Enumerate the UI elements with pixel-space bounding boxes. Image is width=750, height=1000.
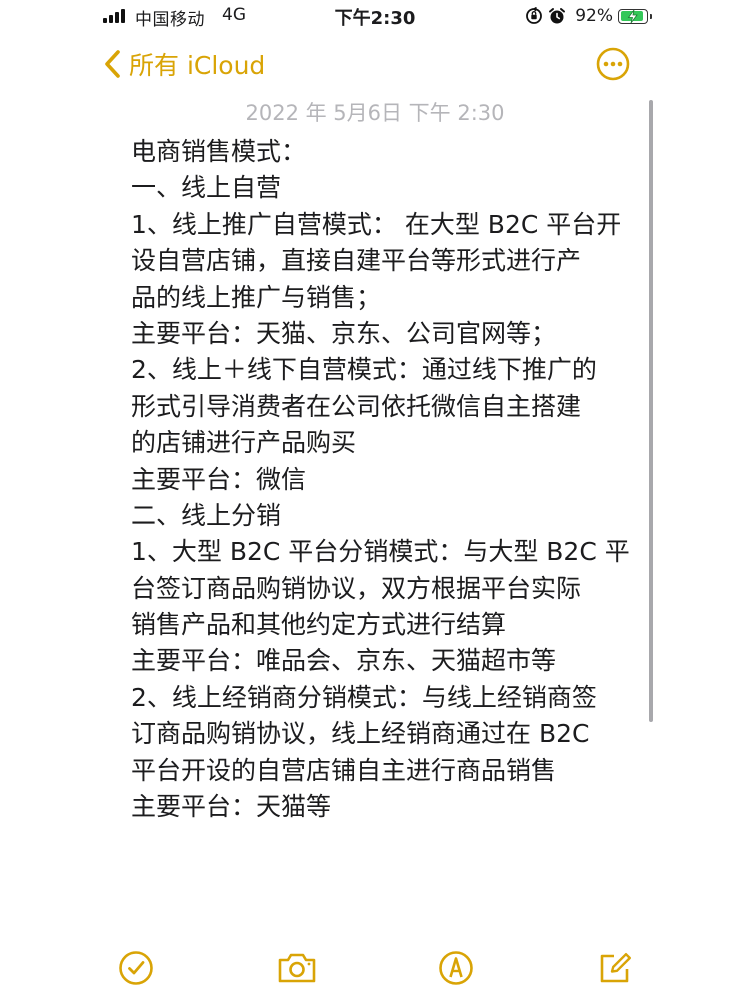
battery-charging-icon: [618, 8, 652, 24]
markup-pen-icon: [439, 951, 473, 985]
note-line: 主要平台：天猫、京东、公司官网等；: [131, 318, 557, 348]
camera-button[interactable]: [277, 950, 317, 986]
battery-percent: 92%: [575, 6, 613, 26]
more-options-button[interactable]: [596, 47, 630, 81]
note-line: 设自营店铺，直接自建平台等形式进行产: [131, 246, 582, 276]
note-line: 2、线上＋线下自营模式：通过线下推广的: [131, 355, 597, 385]
markup-button[interactable]: [438, 950, 474, 986]
checklist-button[interactable]: [118, 950, 154, 986]
note-line: 一、线上自营: [131, 173, 282, 203]
note-line: 形式引导消费者在公司依托微信自主搭建: [131, 391, 582, 421]
orientation-lock-icon: [526, 7, 543, 24]
chevron-left-icon: [105, 50, 120, 78]
note-line: 品的线上推广与销售；: [131, 282, 382, 312]
note-line: 销售产品和其他约定方式进行结算: [131, 610, 507, 640]
note-date: 2022 年 5月6日 下午 2:30: [245, 101, 505, 125]
note-line: 1、大型 B2C 平台分销模式：与大型 B2C 平: [131, 537, 630, 567]
compose-icon: [600, 953, 631, 983]
back-to-icloud-button[interactable]: 所有 iCloud: [104, 48, 265, 80]
ellipsis-circle-icon: [596, 47, 630, 81]
note-line: 2、线上经销商分销模式：与线上经销商签: [131, 682, 597, 712]
note-line: 主要平台：唯品会、京东、天猫超市等: [131, 646, 557, 676]
note-line: 主要平台：微信: [131, 464, 307, 494]
alarm-icon: [549, 8, 566, 24]
note-line: 电商销售模式：: [131, 137, 307, 166]
scrollbar[interactable]: [649, 100, 653, 722]
note-line: 1、线上推广自营模式： 在大型 B2C 平台开: [131, 209, 622, 239]
note-line: 台签订商品购销协议，双方根据平台实际: [131, 573, 582, 603]
status-bar: 中国移动 4G 下午2:30 92%: [0, 0, 750, 34]
note-line: 订商品购销协议，线上经销商通过在 B2C: [131, 719, 590, 749]
status-right-group: 92%: [525, 5, 652, 27]
note-line: 主要平台：天猫等: [131, 792, 332, 822]
compose-button[interactable]: [597, 950, 633, 986]
note-body[interactable]: 电商销售模式： 一、线上自营 1、线上推广自营模式： 在大型 B2C 平台开 设自营店…: [131, 134, 631, 825]
note-line: 平台开设的自营店铺自主进行商品销售: [131, 755, 557, 785]
charging-bolt-icon: [627, 9, 638, 23]
back-label: 所有 iCloud: [129, 51, 266, 80]
note-line: 二、线上分销: [131, 500, 282, 530]
note-line: 的店铺进行产品购买: [131, 428, 357, 458]
camera-icon: [278, 953, 316, 983]
checklist-icon: [119, 951, 153, 985]
